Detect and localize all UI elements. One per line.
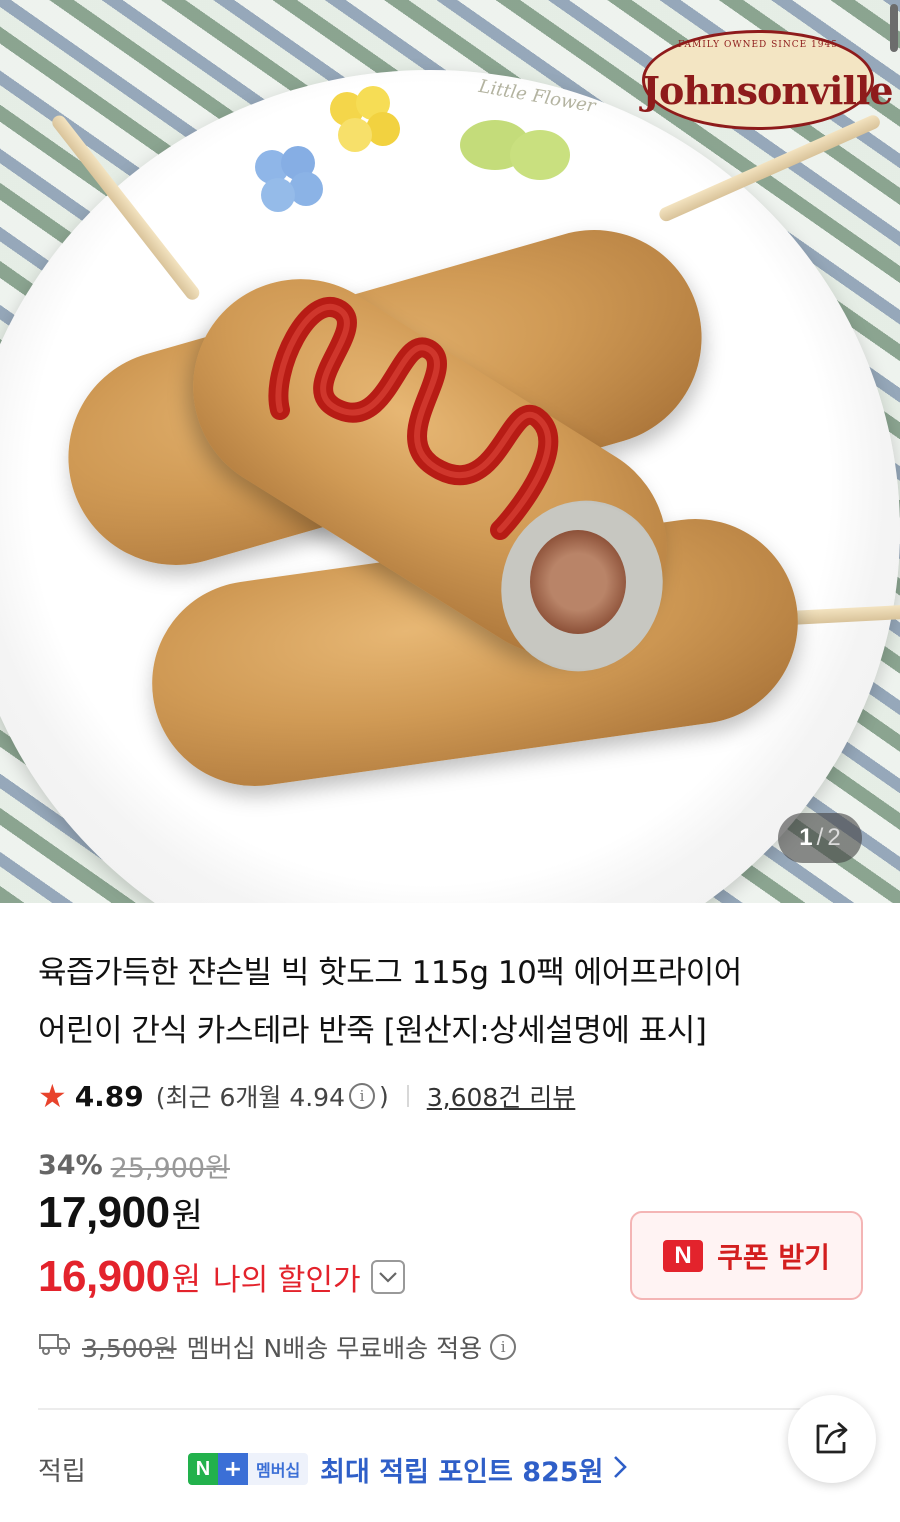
rating-score: 4.89 xyxy=(74,1079,144,1113)
recent-rating: (최근 6개월 4.94 xyxy=(155,1083,345,1112)
points-row[interactable]: 적립 N + 멤버십 최대 적립 포인트 825원 xyxy=(38,1448,798,1490)
shipping-info: 멤버십 N배송 무료배송 적용 xyxy=(186,1334,483,1363)
share-icon xyxy=(812,1418,852,1460)
product-title: 육즙가득한 쟌슨빌 빅 핫도그 115g 10팩 에어프라이어 어린이 간식 카… xyxy=(38,955,742,1049)
johnsonville-logo: FAMILY OWNED SINCE 1945 Johnsonville xyxy=(642,30,894,130)
get-coupon-button[interactable]: N 쿠폰 받기 xyxy=(630,1211,863,1300)
discount-row: 34% 25,900원 xyxy=(38,1146,230,1185)
image-counter: 1 / 2 xyxy=(778,813,862,863)
chevron-right-icon xyxy=(613,1452,628,1487)
info-icon[interactable]: i xyxy=(490,1334,517,1360)
original-shipping-fee: 3,500원 xyxy=(82,1334,177,1363)
shipping-row: 3,500원 멤버십 N배송 무료배송 적용 i xyxy=(38,1326,520,1368)
my-discount-price: 16,900 xyxy=(38,1252,170,1301)
naver-plus-membership-badge: N + 멤버십 xyxy=(188,1452,309,1486)
max-points: 최대 적립 포인트 825원 xyxy=(320,1456,604,1488)
product-image-gallery[interactable]: Little Flower FAMILY OWNED SINCE 1945 Jo… xyxy=(0,0,900,903)
star-icon: ★ xyxy=(38,1077,67,1115)
my-discount-price-label: 나의 할인가 xyxy=(213,1263,361,1298)
naver-n-icon: N xyxy=(663,1239,704,1272)
info-icon[interactable]: i xyxy=(349,1083,375,1109)
review-count-link[interactable]: 3,608건 리뷰 xyxy=(427,1078,576,1114)
ketchup-drizzle xyxy=(268,297,559,540)
my-discount-price-row[interactable]: 16,900 원 나의 할인가 xyxy=(38,1252,405,1302)
discount-rate: 34% xyxy=(38,1150,103,1181)
truck-icon xyxy=(38,1331,72,1363)
scrollbar[interactable] xyxy=(890,4,898,52)
chevron-down-icon[interactable] xyxy=(370,1260,405,1294)
divider xyxy=(406,1085,409,1107)
sale-price: 17,900원 xyxy=(38,1188,203,1237)
share-button[interactable] xyxy=(788,1395,876,1483)
points-label: 적립 xyxy=(38,1456,86,1487)
original-price: 25,900원 xyxy=(110,1153,230,1184)
rating-row: ★ 4.89 (최근 6개월 4.94 i ) 3,608건 리뷰 xyxy=(38,1077,576,1115)
divider xyxy=(38,1408,862,1410)
